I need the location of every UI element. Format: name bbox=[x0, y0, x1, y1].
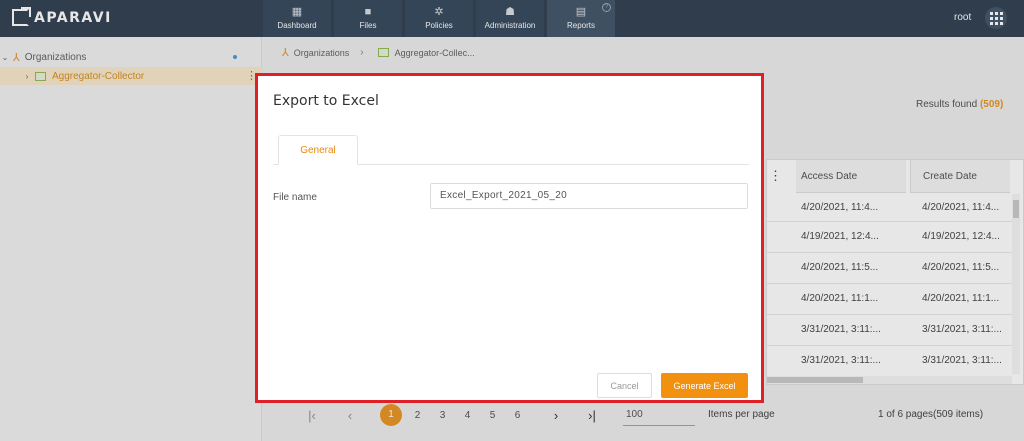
cancel-button[interactable]: Cancel bbox=[597, 373, 652, 398]
file-name-input[interactable]: Excel_Export_2021_05_20 bbox=[430, 183, 748, 209]
tab-general[interactable]: General bbox=[278, 135, 358, 165]
dialog-title: Export to Excel bbox=[273, 93, 379, 109]
dialog-tabs: General bbox=[273, 135, 749, 165]
generate-excel-button[interactable]: Generate Excel bbox=[661, 373, 748, 398]
file-name-label: File name bbox=[273, 192, 317, 203]
export-excel-dialog: Export to Excel General File name Excel_… bbox=[255, 73, 764, 403]
